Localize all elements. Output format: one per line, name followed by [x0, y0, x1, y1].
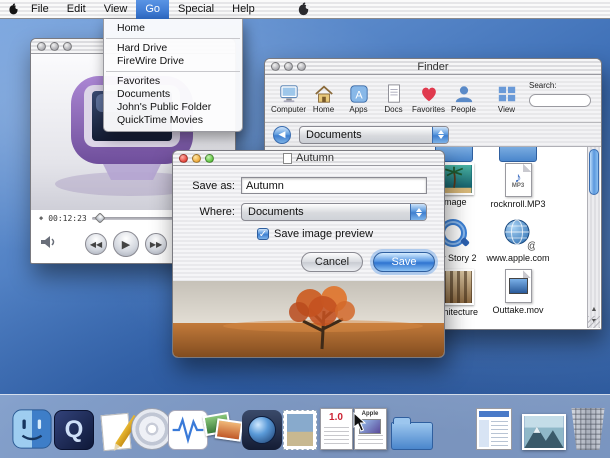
checkbox-label: Save image preview	[274, 228, 373, 240]
toolbar-favorites-button[interactable]: Favorites	[411, 84, 446, 114]
toolbar-people-button[interactable]: People	[446, 84, 481, 114]
vertical-scrollbar[interactable]: ▲ ▼	[587, 147, 600, 328]
toolbar-docs-button[interactable]: Docs	[376, 84, 411, 114]
folder-icon	[499, 147, 537, 162]
dock-webpage-icon[interactable]	[472, 406, 516, 450]
search-input[interactable]	[529, 94, 591, 107]
save-dialog-window: Autumn Save as: Autumn Where: Documents	[172, 150, 445, 358]
svg-text:@: @	[527, 241, 535, 251]
globe-icon: @	[501, 217, 535, 251]
folder-item-partial[interactable]	[482, 147, 554, 162]
toolbar-computer-button[interactable]: Computer	[271, 84, 306, 114]
file-item-mp3[interactable]: ♪ MP3 rocknroll.MP3	[482, 163, 554, 209]
fast-forward-button[interactable]: ▶▶	[145, 233, 167, 255]
search-label: Search:	[529, 81, 593, 90]
mp3-document-icon: ♪ MP3	[505, 163, 532, 197]
finder-toolbar: Computer Home A Apps Docs Favorites Peop…	[265, 75, 601, 123]
save-dialog-form: Save as: Autumn Where: Documents ✓ Save …	[173, 166, 444, 281]
go-menu-dropdown: Home Hard Drive FireWire Drive Favorites…	[103, 19, 243, 132]
menu-separator	[106, 71, 240, 72]
timeline-thumb[interactable]	[94, 212, 105, 223]
close-button[interactable]	[37, 42, 46, 51]
autumn-image-preview	[173, 281, 444, 358]
menu-edit[interactable]: Edit	[58, 0, 95, 19]
play-button[interactable]: ▶	[113, 231, 139, 257]
save-preview-checkbox[interactable]: ✓	[257, 228, 269, 240]
svg-text:A: A	[355, 89, 363, 101]
window-title: Autumn	[173, 152, 444, 164]
playhead-icon: ◆	[39, 214, 43, 222]
popup-arrows-icon	[432, 127, 448, 143]
menu-item-documents[interactable]: Documents	[104, 88, 242, 101]
save-as-field[interactable]: Autumn	[241, 177, 427, 194]
menu-item-favorites[interactable]: Favorites	[104, 75, 242, 88]
home-icon	[313, 84, 335, 104]
apple-menu-icon[interactable]	[7, 2, 20, 17]
window-title: Finder	[265, 61, 601, 73]
dock-quicktime-icon[interactable]: Q	[52, 406, 96, 450]
save-button[interactable]: Save	[373, 252, 435, 272]
apple-logo-icon	[296, 1, 311, 21]
computer-icon	[278, 84, 300, 104]
menu-item-firewire-drive[interactable]: FireWire Drive	[104, 55, 242, 68]
rewind-button[interactable]: ◀◀	[85, 233, 107, 255]
toolbar-apps-button[interactable]: A Apps	[341, 84, 376, 114]
where-label: Where:	[179, 206, 241, 218]
heart-icon	[418, 84, 440, 104]
toolbar-home-button[interactable]: Home	[306, 84, 341, 114]
menu-file[interactable]: File	[22, 0, 58, 19]
timecode: 00:12:23	[48, 214, 87, 223]
menu-item-johns-public-folder[interactable]: John's Public Folder	[104, 101, 242, 114]
dock-landscape-icon[interactable]	[522, 406, 566, 450]
scrollbar-thumb[interactable]	[589, 149, 599, 195]
zoom-button[interactable]	[63, 42, 72, 51]
popup-arrows-icon	[410, 204, 426, 220]
menu-view[interactable]: View	[95, 0, 137, 19]
menu-item-home[interactable]: Home	[104, 22, 242, 35]
menu-bar: File Edit View Go Special Help	[0, 0, 610, 19]
search-area: Search:	[529, 81, 593, 108]
finder-nav-bar: ◀ Documents	[265, 123, 601, 147]
dock: Q 1.0	[0, 394, 610, 458]
window-controls	[37, 42, 72, 51]
dock-finder-icon[interactable]	[10, 406, 54, 450]
menu-go[interactable]: Go	[136, 0, 169, 19]
menu-item-hard-drive[interactable]: Hard Drive	[104, 42, 242, 55]
dialog-titlebar[interactable]: Autumn	[173, 151, 444, 166]
desktop[interactable]: File Edit View Go Special Help Home Hard…	[0, 0, 610, 458]
resize-grip[interactable]	[588, 316, 600, 328]
file-item-apple-com[interactable]: @ www.apple.com	[482, 217, 554, 263]
minimize-button[interactable]	[50, 42, 59, 51]
scroll-up-button[interactable]: ▲	[591, 304, 598, 316]
toolbar-view-button[interactable]: View	[489, 84, 524, 114]
save-as-label: Save as:	[179, 180, 241, 192]
finder-titlebar[interactable]: Finder	[265, 59, 601, 75]
movie-document-icon	[505, 269, 532, 303]
menu-item-quicktime-movies[interactable]: QuickTime Movies	[104, 114, 242, 127]
grid-view-icon	[496, 84, 518, 104]
document-icon	[383, 84, 405, 104]
menu-help[interactable]: Help	[223, 0, 264, 19]
apps-icon: A	[348, 84, 370, 104]
where-popup[interactable]: Documents	[241, 203, 427, 221]
volume-icon[interactable]	[39, 234, 57, 255]
dock-folder-icon[interactable]	[390, 406, 434, 450]
document-proxy-icon	[283, 153, 292, 164]
back-button[interactable]: ◀	[273, 126, 291, 144]
location-popup[interactable]: Documents	[299, 126, 449, 144]
person-icon	[453, 84, 475, 104]
menu-separator	[106, 38, 240, 39]
file-item-outtake[interactable]: Outtake.mov	[482, 269, 554, 315]
mouse-cursor	[352, 412, 366, 437]
menu-special[interactable]: Special	[169, 0, 223, 19]
dock-trash-icon[interactable]	[566, 406, 610, 450]
cancel-button[interactable]: Cancel	[301, 252, 363, 272]
